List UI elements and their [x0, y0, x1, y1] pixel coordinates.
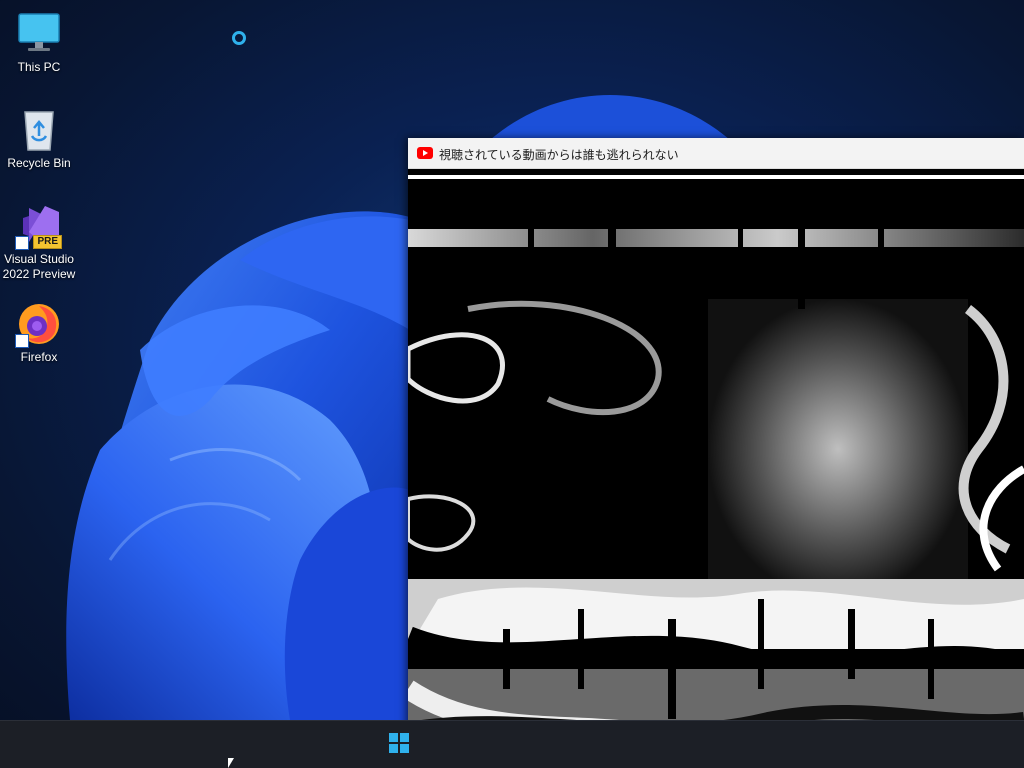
windows-start-icon[interactable]	[389, 733, 411, 755]
window-title: 視聴されている動画からは誰も逃れられない	[439, 148, 679, 162]
desktop-icon-recycle-bin[interactable]: Recycle Bin	[1, 106, 77, 171]
shortcut-arrow-icon	[15, 334, 29, 348]
shortcut-arrow-icon	[15, 236, 29, 250]
youtube-icon	[417, 147, 433, 159]
recycle-bin-icon	[15, 106, 63, 154]
desktop: This PC Recycle Bin PRE Visual Studio 20…	[0, 0, 1024, 768]
desktop-icon-label: Firefox	[20, 350, 58, 364]
preview-badge: PRE	[33, 235, 62, 249]
firefox-icon	[15, 300, 63, 348]
video-window[interactable]: 視聴されている動画からは誰も逃れられない	[408, 138, 1024, 768]
monitor-icon	[15, 10, 63, 58]
window-titlebar[interactable]: 視聴されている動画からは誰も逃れられない	[408, 138, 1024, 169]
desktop-icon-visual-studio[interactable]: PRE Visual Studio 2022 Preview	[1, 202, 77, 282]
visual-studio-icon: PRE	[15, 202, 63, 250]
glitched-video-image	[408, 169, 1024, 768]
desktop-icon-firefox[interactable]: Firefox	[1, 300, 77, 365]
desktop-icon-label: Recycle Bin	[7, 156, 71, 170]
taskbar	[0, 720, 1024, 768]
desktop-icon-label: This PC	[17, 60, 61, 74]
search-icon[interactable]	[232, 31, 246, 45]
desktop-icon-label: Visual Studio 2022 Preview	[2, 252, 76, 281]
desktop-icon-this-pc[interactable]: This PC	[1, 10, 77, 75]
mouse-cursor-icon	[228, 758, 234, 768]
video-frame[interactable]	[408, 169, 1024, 768]
